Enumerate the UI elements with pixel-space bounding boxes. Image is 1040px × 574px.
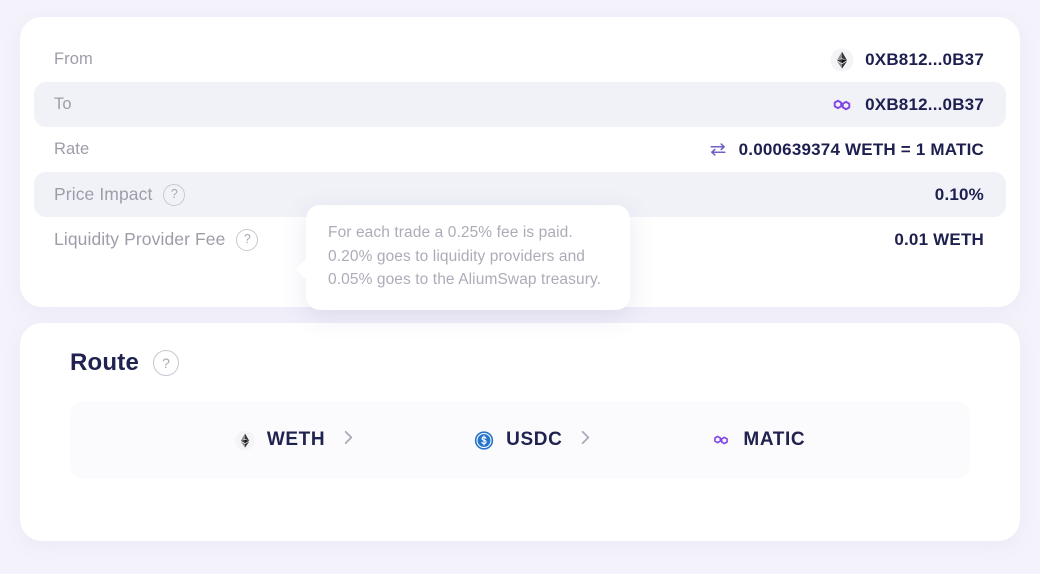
detail-label-rate: Rate xyxy=(54,140,89,159)
detail-label-rate-text: Rate xyxy=(54,140,90,158)
price-impact-help-icon[interactable]: ? xyxy=(163,183,186,206)
detail-label-from-text: From xyxy=(54,50,93,68)
route-step-matic[interactable]: MATIC xyxy=(711,429,805,451)
route-step-matic-label: MATIC xyxy=(743,429,806,450)
detail-label-to-text: To xyxy=(54,95,72,113)
detail-row-rate: Rate 0.000639374 WETH = 1 MATIC xyxy=(34,127,1006,172)
detail-value-from-text: 0XB812...0B37 xyxy=(865,49,984,69)
detail-label-liquidity-provider-fee-text: Liquidity Provider Fee xyxy=(54,229,226,249)
liquidity-provider-fee-tooltip: For each trade a 0.25% fee is paid. 0.20… xyxy=(306,205,630,310)
swap-details-page: From 0XB812...0B37 To 0XB812...0B37 Rate… xyxy=(0,0,1040,574)
detail-label-price-impact: Price Impact ? xyxy=(54,183,186,206)
route-step-usdc-label: USDC xyxy=(506,429,563,450)
chevron-right-icon xyxy=(341,428,356,452)
route-help-icon[interactable]: ? xyxy=(153,350,179,376)
detail-label-from: From xyxy=(54,50,93,69)
detail-value-from: 0XB812...0B37 xyxy=(830,48,984,72)
detail-value-rate-text: 0.000639374 WETH = 1 MATIC xyxy=(738,139,984,159)
route-title: Route xyxy=(70,349,139,376)
tooltip-text: For each trade a 0.25% fee is paid. 0.20… xyxy=(328,224,602,288)
detail-row-to: To 0XB812...0B37 xyxy=(34,82,1006,127)
detail-value-to-text: 0XB812...0B37 xyxy=(865,94,984,114)
route-card: Route ? WETH USDC MATIC xyxy=(20,323,1020,541)
chevron-right-icon xyxy=(578,428,593,452)
polygon-icon xyxy=(711,430,731,450)
detail-value-liquidity-provider-fee: 0.01 WETH xyxy=(894,230,984,250)
route-step-weth-label: WETH xyxy=(266,429,326,450)
ethereum-icon xyxy=(235,430,255,450)
detail-row-from: From 0XB812...0B37 xyxy=(34,37,1006,82)
polygon-icon xyxy=(830,93,854,117)
route-header: Route ? xyxy=(36,349,1004,377)
detail-label-liquidity-provider-fee: Liquidity Provider Fee ? xyxy=(54,228,259,251)
detail-value-rate: 0.000639374 WETH = 1 MATIC xyxy=(708,140,984,160)
route-path-panel: WETH USDC MATIC xyxy=(70,401,970,479)
swap-arrows-icon[interactable] xyxy=(708,140,728,160)
detail-label-to: To xyxy=(54,95,72,114)
detail-value-price-impact: 0.10% xyxy=(935,185,984,205)
liquidity-provider-fee-help-icon[interactable]: ? xyxy=(236,228,259,251)
route-step-weth[interactable]: WETH xyxy=(235,428,356,452)
detail-value-liquidity-provider-fee-text: 0.01 WETH xyxy=(894,229,984,249)
detail-label-price-impact-text: Price Impact xyxy=(54,184,153,204)
usdc-icon xyxy=(474,430,494,450)
detail-value-to: 0XB812...0B37 xyxy=(830,93,984,117)
ethereum-icon xyxy=(830,48,854,72)
detail-value-price-impact-text: 0.10% xyxy=(934,184,984,204)
route-step-usdc[interactable]: USDC xyxy=(474,428,593,452)
